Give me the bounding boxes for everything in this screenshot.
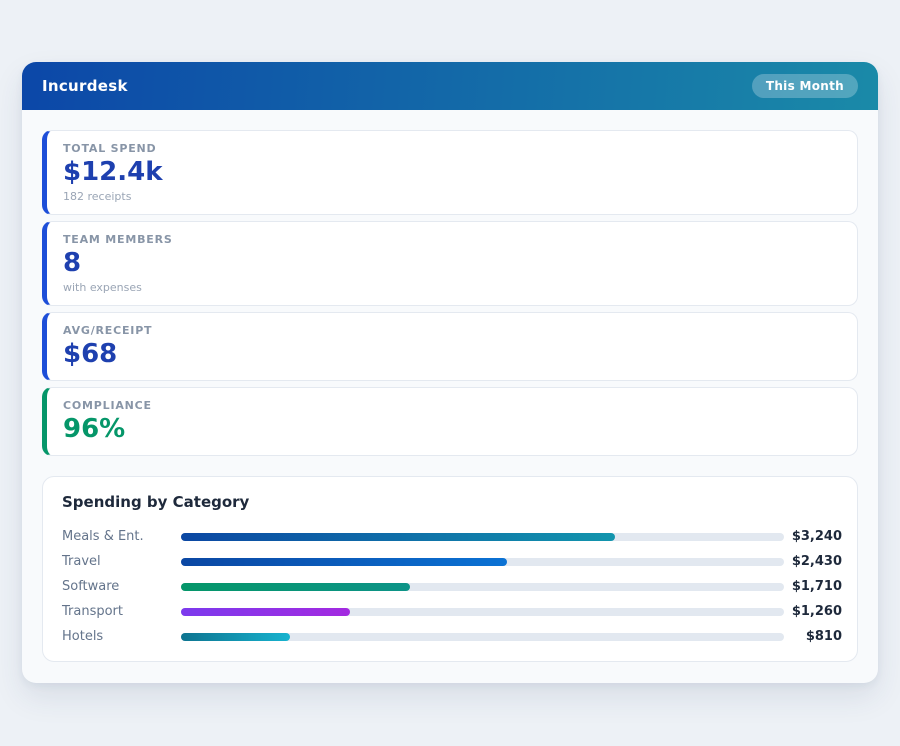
stat-subtitle: 182 receipts [63,190,841,203]
chart-rows: Meals & Ent. $3,240 Travel $2,430 Softwa… [62,524,842,649]
chart-row: Transport $1,260 [62,599,842,624]
chart-title: Spending by Category [62,493,842,512]
chart-bar-track [181,558,784,566]
chart-bar-track [181,533,784,541]
stats-section: TOTAL SPEND $12.4k 182 receipts TEAM MEM… [42,130,858,456]
stat-label: AVG/RECEIPT [63,324,841,337]
stat-value: 96% [63,415,841,444]
chart-row-value: $810 [784,629,842,644]
chart-row: Software $1,710 [62,574,842,599]
chart-row-value: $2,430 [784,554,842,569]
chart-row: Hotels $810 [62,624,842,649]
chart-row-label: Travel [62,554,181,569]
chart-bar-fill [181,633,290,641]
chart-row: Travel $2,430 [62,549,842,574]
stat-subtitle: with expenses [63,281,841,294]
chart-bar-fill [181,533,615,541]
chart-row-label: Software [62,579,181,594]
chart-bar-track [181,608,784,616]
stat-card: TEAM MEMBERS 8 with expenses [42,221,858,306]
stat-value: 8 [63,249,841,278]
main-content: TOTAL SPEND $12.4k 182 receipts TEAM MEM… [22,110,878,683]
chart-row-value: $3,240 [784,529,842,544]
stat-label: TEAM MEMBERS [63,233,841,246]
chart-bar-track [181,583,784,591]
app-title: Incurdesk [42,77,128,95]
chart-bar-track [181,633,784,641]
chart-row-value: $1,260 [784,604,842,619]
stat-card: COMPLIANCE 96% [42,387,858,456]
app-window: Incurdesk This Month TOTAL SPEND $12.4k … [22,62,878,683]
spending-chart-card: Spending by Category Meals & Ent. $3,240… [42,476,858,662]
chart-row-value: $1,710 [784,579,842,594]
app-header: Incurdesk This Month [22,62,878,110]
chart-row: Meals & Ent. $3,240 [62,524,842,549]
stat-value: $68 [63,340,841,369]
stat-label: COMPLIANCE [63,399,841,412]
chart-row-label: Transport [62,604,181,619]
chart-row-label: Meals & Ent. [62,529,181,544]
chart-bar-fill [181,583,410,591]
stat-label: TOTAL SPEND [63,142,841,155]
chart-bar-fill [181,608,350,616]
chart-bar-fill [181,558,507,566]
stat-value: $12.4k [63,158,841,187]
chart-row-label: Hotels [62,629,181,644]
stat-card: TOTAL SPEND $12.4k 182 receipts [42,130,858,215]
period-badge[interactable]: This Month [752,74,858,98]
stat-card: AVG/RECEIPT $68 [42,312,858,381]
